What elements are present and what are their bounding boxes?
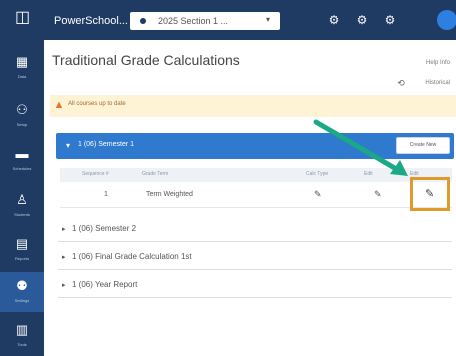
year-selector-value: 2025 Section 1 ... <box>158 16 229 26</box>
sidebar-item-label: Tools <box>17 342 27 347</box>
sidebar-item-data[interactable]: ▦ Data <box>0 48 44 88</box>
sidebar-item-reports[interactable]: ▤ Reports <box>0 230 44 270</box>
section-title: 1 (06) Semester 2 <box>72 224 137 233</box>
chevron-right-icon: ▸ <box>62 282 66 289</box>
brand-name[interactable]: PowerSchool... <box>54 14 128 28</box>
sequence-cell: 1 <box>104 191 108 198</box>
historical-link[interactable]: Historical <box>425 80 450 86</box>
sidebar-item-label: Reports <box>14 256 29 261</box>
page-title: Traditional Grade Calculations <box>52 52 240 68</box>
edit-pencil-icon: ✎ <box>425 188 435 200</box>
year-selector[interactable]: 2025 Section 1 ... ▾ <box>130 12 280 30</box>
sidebar-item-setup[interactable]: ⚇ Setup <box>0 96 44 136</box>
edit-pencil-icon[interactable]: ✎ <box>374 189 382 200</box>
help-icon[interactable]: ⚙ <box>382 12 398 28</box>
sidebar-item-label: Setup <box>16 122 28 127</box>
column-header: Sequence # <box>82 171 109 177</box>
section-title: 1 (06) Final Grade Calculation 1st <box>72 252 192 261</box>
chevron-down-icon: ▾ <box>265 15 270 24</box>
warning-text: All courses up to date <box>68 101 126 107</box>
annotation-arrow <box>313 119 408 176</box>
sidebar-item-label: Students <box>14 212 30 217</box>
sidebar-item-label: Data <box>17 74 27 79</box>
sidebar-item-tools[interactable]: ▥ Tools <box>0 316 44 356</box>
section-title: 1 (06) Semester 1 <box>78 141 135 148</box>
section-collapsed-3[interactable]: ▸ 1 (06) Year Report <box>58 272 452 298</box>
section-collapsed-2[interactable]: ▸ 1 (06) Final Grade Calculation 1st <box>58 244 452 270</box>
warning-banner: ▲ All courses up to date <box>50 95 456 117</box>
people-group-icon: ⚉ <box>16 278 28 293</box>
selector-dot-icon <box>140 18 146 24</box>
warning-icon: ▲ <box>53 99 65 111</box>
section-collapsed-1[interactable]: ▸ 1 (06) Semester 2 <box>58 216 452 242</box>
sidebar-item-label: Settings <box>14 298 30 303</box>
person-icon: ♙ <box>16 192 28 207</box>
left-sidebar: ◫ ▦ Data ⚇ Setup ▬ Schedules ♙ Students … <box>0 0 44 356</box>
grid-icon: ▦ <box>15 54 29 69</box>
logo-icon: ◫ <box>15 9 31 26</box>
highlighted-edit-button[interactable]: ✎ <box>410 177 450 211</box>
sidebar-item-settings[interactable]: ⚉ Settings <box>0 272 44 312</box>
user-avatar[interactable] <box>437 10 456 30</box>
sidebar-item-label: Schedules <box>12 166 32 171</box>
sidebar-item-schedules[interactable]: ▬ Schedules <box>0 140 44 180</box>
people-icon: ⚇ <box>16 102 28 117</box>
grade-term-cell: Term Weighted <box>146 191 193 198</box>
folder-icon: ▬ <box>15 146 29 161</box>
notifications-icon[interactable]: ⚙ <box>354 12 370 28</box>
calculator-icon: ▥ <box>15 322 29 337</box>
chevron-right-icon: ▸ <box>62 226 66 233</box>
chevron-down-icon: ▾ <box>66 141 71 150</box>
sidebar-item-students[interactable]: ♙ Students <box>0 186 44 226</box>
section-title: 1 (06) Year Report <box>72 280 138 289</box>
sidebar-logo[interactable]: ◫ <box>0 0 44 40</box>
history-icon[interactable]: ⟲ <box>395 77 407 89</box>
help-info-link[interactable]: Help Info <box>426 60 450 66</box>
settings-icon[interactable]: ⚙ <box>326 12 342 28</box>
edit-pencil-icon[interactable]: ✎ <box>314 189 322 200</box>
chevron-right-icon: ▸ <box>62 254 66 261</box>
table-row: 1 Term Weighted ✎ ✎ <box>60 184 452 208</box>
document-icon: ▤ <box>15 236 29 251</box>
top-header: PowerSchool... 2025 Section 1 ... ▾ ⚙ ⚙ … <box>44 0 456 40</box>
column-header: Grade Term <box>142 171 169 177</box>
